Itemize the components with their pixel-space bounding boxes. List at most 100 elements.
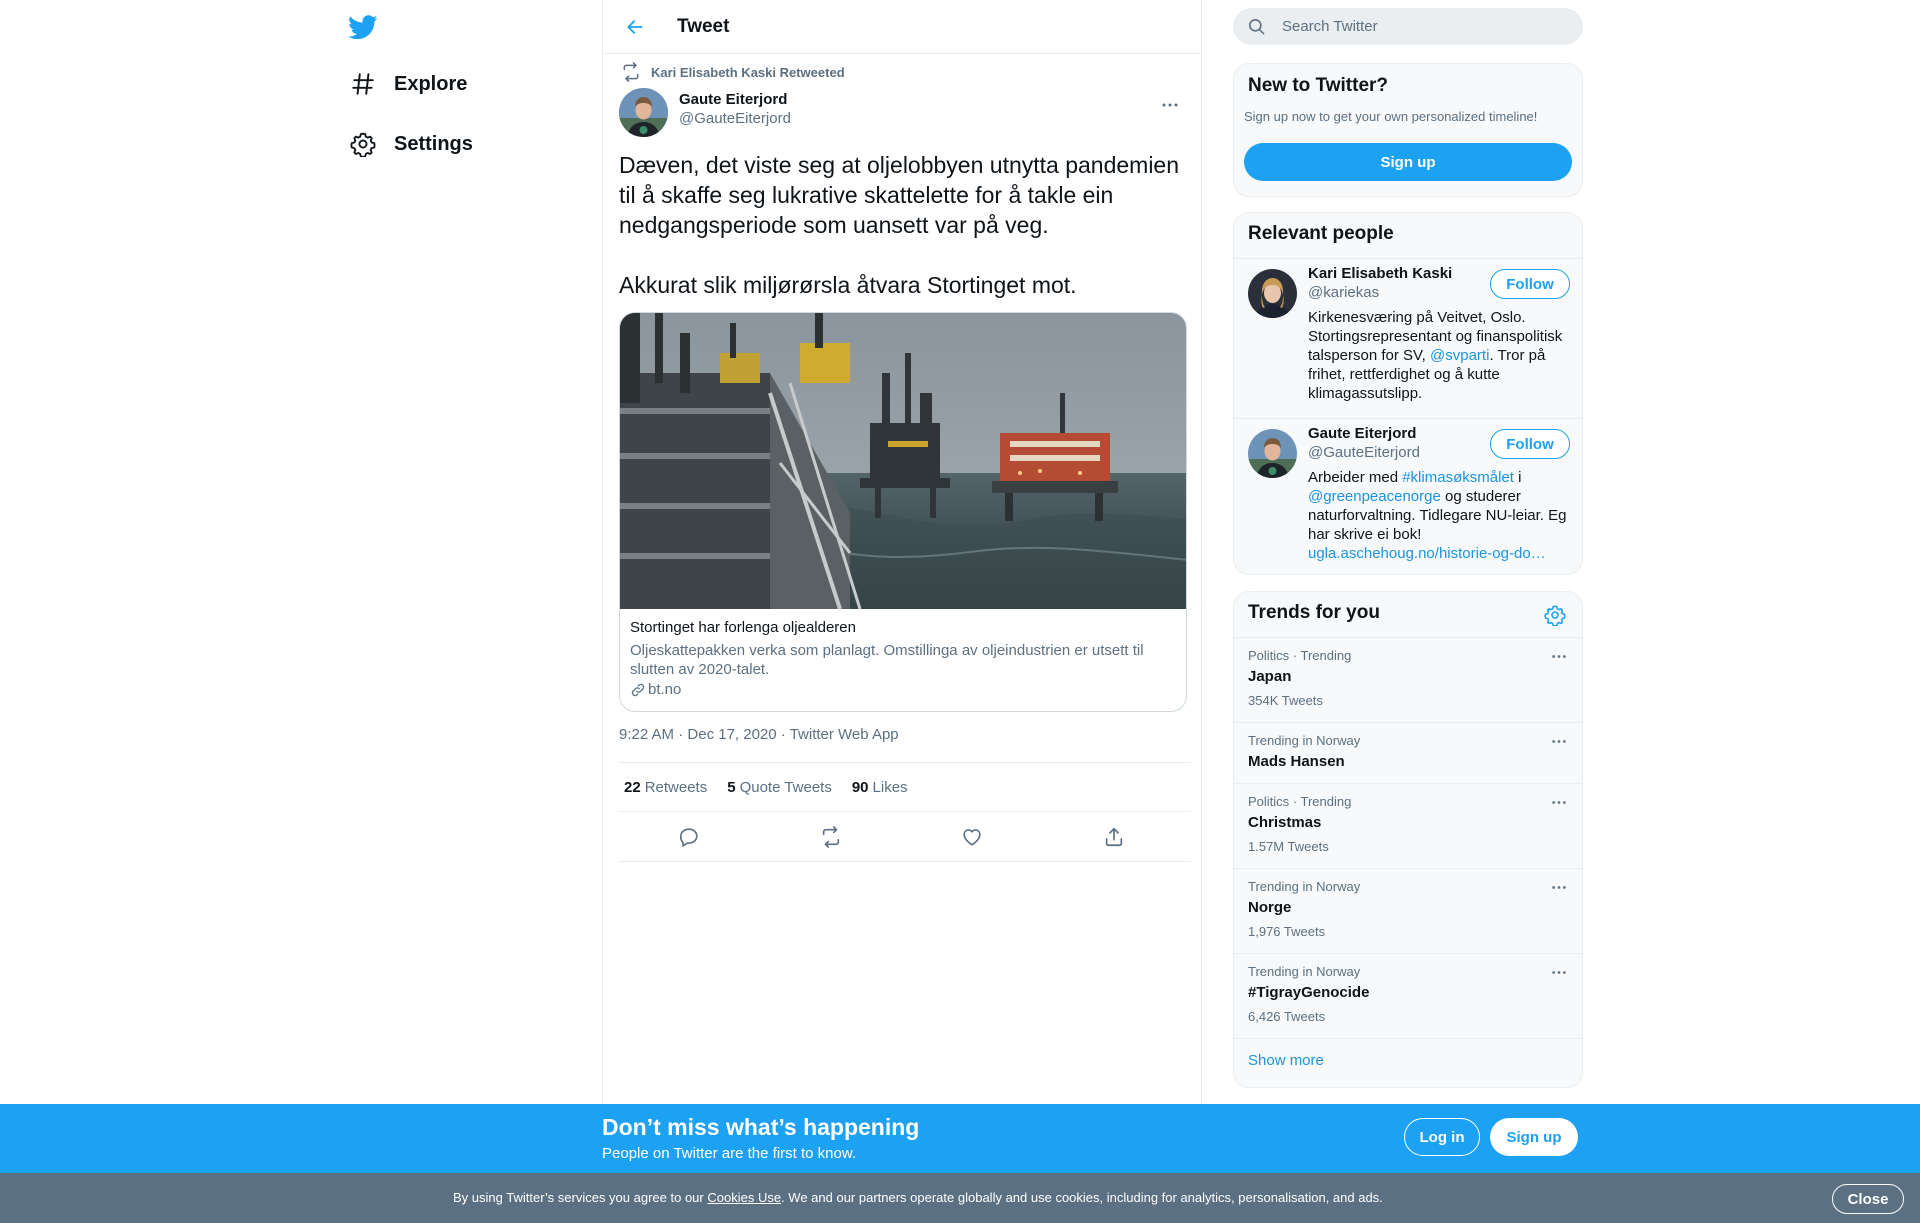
bio-text: frihet, rettferdighet og å kutte — [1308, 366, 1500, 383]
person-handle[interactable]: @kariekas — [1308, 284, 1379, 301]
bio-text: Arbeider med — [1308, 469, 1403, 486]
bio-mention-link[interactable]: @greenpeacenorge — [1308, 488, 1441, 505]
person-handle[interactable]: @GauteEiterjord — [1308, 444, 1420, 461]
show-more-link[interactable]: Show more — [1248, 1052, 1324, 1069]
trend-name: #TigrayGenocide — [1248, 984, 1370, 1001]
nav-item-settings[interactable]: Settings — [340, 119, 483, 169]
retweet-button[interactable] — [818, 824, 844, 850]
new-to-twitter-subtitle: Sign up now to get your own personalized… — [1244, 109, 1538, 124]
new-to-twitter-panel: New to Twitter? Sign up now to get your … — [1233, 63, 1583, 197]
trend-context: Trending in Norway — [1248, 964, 1361, 979]
trend-item[interactable]: Trending in Norway Norge 1,976 Tweets — [1234, 868, 1582, 953]
trend-context: Politics · Trending — [1248, 648, 1352, 663]
search-input[interactable] — [1282, 18, 1562, 35]
meta-separator: · — [780, 726, 786, 743]
link-preview-card[interactable]: Stortinget har forlenga oljealderen Olje… — [619, 312, 1187, 712]
avatar[interactable] — [619, 88, 668, 137]
back-button[interactable] — [617, 9, 653, 45]
person-card[interactable]: Gaute Eiterjord @GauteEiterjord Follow A… — [1234, 419, 1582, 574]
share-icon — [1105, 827, 1123, 847]
avatar[interactable] — [1248, 269, 1297, 318]
bio-hashtag-link[interactable]: #klimasøksmålet — [1402, 469, 1514, 486]
trend-name: Christmas — [1248, 814, 1322, 831]
retweets-stat[interactable]: 22 Retweets — [624, 779, 707, 796]
card-description-line: slutten av 2020-talet. — [630, 661, 770, 678]
bio-text: Stortingsrepresentant og finanspolitisk — [1308, 328, 1563, 345]
likes-label: Likes — [872, 778, 908, 796]
avatar[interactable] — [1248, 429, 1297, 478]
person-card[interactable]: Kari Elisabeth Kaski @kariekas Follow Ki… — [1234, 259, 1582, 417]
tweet-actions — [619, 812, 1191, 862]
retweets-label: Retweets — [644, 778, 708, 796]
like-button[interactable] — [959, 824, 985, 850]
arrow-left-icon — [627, 19, 643, 34]
sidebar-signup-button[interactable]: Sign up — [1244, 143, 1572, 181]
search-icon — [1247, 17, 1266, 36]
tweet-date[interactable]: Dec 17, 2020 — [687, 726, 776, 743]
card-description: Oljeskattepakken verka som planlagt. Oms… — [630, 641, 1170, 679]
nav-settings-label: Settings — [394, 132, 473, 155]
trend-context: Trending in Norway — [1248, 879, 1361, 894]
bio-text: i — [1513, 469, 1522, 486]
gear-icon — [1544, 605, 1566, 626]
person-name[interactable]: Kari Elisabeth Kaski — [1308, 265, 1452, 282]
tweet-stats: 22 Retweets 5 Quote Tweets 90 Likes — [619, 762, 1191, 812]
retweets-count: 22 — [624, 778, 641, 796]
bio-url-link[interactable]: ugla.aschehoug.no/historie-og-do… — [1308, 545, 1546, 562]
cookies-use-link[interactable]: Cookies Use — [707, 1190, 781, 1205]
cookie-banner: By using Twitter’s services you agree to… — [0, 1173, 1920, 1223]
trend-count: 1,976 Tweets — [1248, 924, 1326, 939]
nav-explore-label: Explore — [394, 72, 468, 95]
reply-button[interactable] — [676, 824, 702, 850]
retweeted-by[interactable]: Kari Elisabeth Kaski Retweeted — [617, 62, 845, 82]
share-button[interactable] — [1101, 824, 1127, 850]
signup-button[interactable]: Sign up — [1490, 1118, 1578, 1156]
tweet-more-button[interactable] — [1157, 92, 1183, 118]
close-cookie-button[interactable]: Close — [1832, 1184, 1904, 1214]
trend-item[interactable]: Trending in Norway #TigrayGenocide 6,426… — [1234, 953, 1582, 1038]
bio-mention-link[interactable]: @svparti — [1430, 347, 1489, 364]
twitter-bird-logo-icon[interactable] — [348, 12, 378, 42]
bio-text: klimagassutslipp. — [1308, 385, 1423, 402]
reply-icon — [679, 828, 698, 847]
search-box[interactable] — [1233, 8, 1583, 45]
bio-text: naturforvaltning. Tidlegare NU-leiar. Eg — [1308, 507, 1567, 524]
author-name[interactable]: Gaute Eiterjord — [679, 91, 787, 108]
retweet-icon — [822, 826, 840, 848]
trends-settings-button[interactable] — [1544, 604, 1566, 626]
tweet-time[interactable]: 9:22 AM — [619, 726, 674, 743]
trend-name: Japan — [1248, 668, 1292, 685]
more-dots-icon — [1552, 739, 1566, 743]
tweet-source[interactable]: Twitter Web App — [790, 726, 899, 743]
retweet-icon — [621, 62, 641, 82]
nav-item-explore[interactable]: Explore — [340, 59, 477, 109]
quote-tweets-stat[interactable]: 5 Quote Tweets — [727, 779, 832, 796]
trend-count: 1.57M Tweets — [1248, 839, 1329, 854]
follow-button[interactable]: Follow — [1490, 269, 1570, 299]
login-button[interactable]: Log in — [1404, 1118, 1480, 1156]
trend-item[interactable]: Trending in Norway Mads Hansen — [1234, 722, 1582, 783]
hashtag-icon — [350, 71, 376, 97]
trend-more-button[interactable] — [1548, 794, 1570, 810]
cookie-text: . We and our partners operate globally a… — [781, 1190, 1383, 1205]
tweet-detail-column: Tweet Kari Elisabeth Kaski Retweeted Gau… — [602, 0, 1202, 1104]
bio-text: talsperson for SV, — [1308, 347, 1431, 364]
card-image — [620, 313, 1186, 609]
signup-banner-title: Don’t miss what’s happening — [602, 1114, 920, 1140]
follow-button[interactable]: Follow — [1490, 429, 1570, 459]
likes-stat[interactable]: 90 Likes — [852, 779, 908, 796]
tweet-text-line: til å skaffe seg lukrative skattelette f… — [619, 182, 1114, 208]
trend-context: Politics · Trending — [1248, 794, 1352, 809]
trend-more-button[interactable] — [1548, 733, 1570, 749]
trend-more-button[interactable] — [1548, 648, 1570, 664]
card-description-line: Oljeskattepakken verka som planlagt. Oms… — [630, 642, 1144, 659]
bio-text: . Tror på — [1489, 347, 1546, 364]
trend-item[interactable]: Politics · Trending Japan 354K Tweets — [1234, 637, 1582, 722]
trend-more-button[interactable] — [1548, 879, 1570, 895]
author-handle[interactable]: @GauteEiterjord — [679, 110, 791, 127]
new-to-twitter-title: New to Twitter? — [1248, 75, 1389, 96]
person-name[interactable]: Gaute Eiterjord — [1308, 425, 1416, 442]
trend-more-button[interactable] — [1548, 964, 1570, 980]
trend-context: Trending in Norway — [1248, 733, 1361, 748]
trend-item[interactable]: Politics · Trending Christmas 1.57M Twee… — [1234, 783, 1582, 868]
